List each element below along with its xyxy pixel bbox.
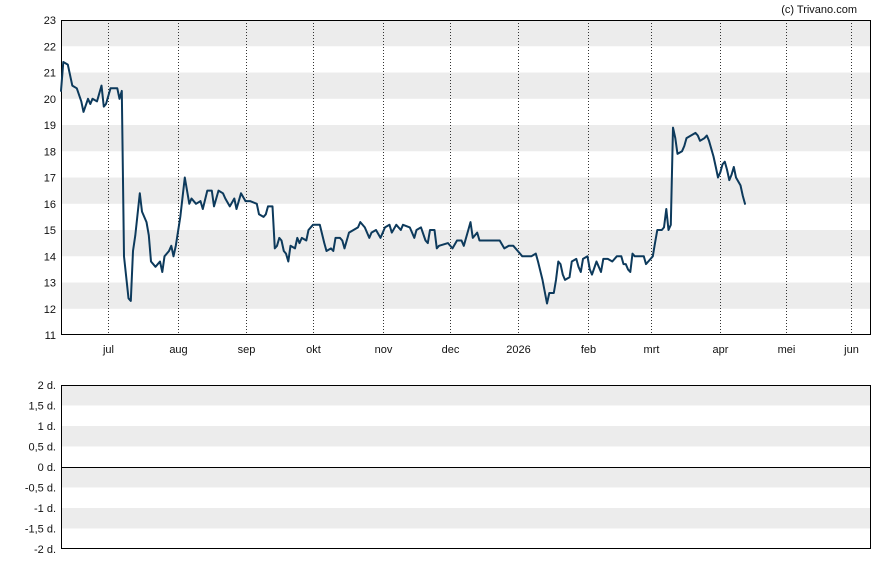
y-tick-label: 23 xyxy=(44,15,56,27)
grid-band xyxy=(61,282,871,309)
y-tick-label: 14 xyxy=(44,251,56,263)
y-tick-label: 18 xyxy=(44,146,56,158)
chart-canvas: (c) Trivano.com jul aug sep okt nov dec 2026 fe… xyxy=(25,4,871,556)
grid-band xyxy=(61,508,871,529)
grid-band xyxy=(61,467,871,488)
y-tick-label: 0 d. xyxy=(38,462,56,474)
y-tick-label: 20 xyxy=(44,94,56,106)
x-tick-label: sep xyxy=(238,344,256,356)
x-tick-label: aug xyxy=(169,344,187,356)
grid-band xyxy=(61,72,871,99)
x-tick-label: feb xyxy=(581,344,596,356)
credit-label: (c) Trivano.com xyxy=(781,4,857,16)
grid-band xyxy=(61,230,871,257)
y-tick-label: 17 xyxy=(44,173,56,185)
y-tick-label: -2 d. xyxy=(34,544,56,556)
y-tick-label: 22 xyxy=(44,41,56,53)
x-tick-label: dec xyxy=(442,344,460,356)
y-tick-label: 15 xyxy=(44,225,56,237)
y-tick-label: 13 xyxy=(44,278,56,290)
y-tick-label: -0,5 d. xyxy=(25,483,56,495)
grid-band xyxy=(61,20,871,47)
y-tick-label: 16 xyxy=(44,199,56,211)
x-tick-label: apr xyxy=(713,344,729,356)
y-tick-label: 1,5 d. xyxy=(28,401,56,413)
dividend-chart: -2 d. -1,5 d. -1 d. -0,5 d. 0 d. 0,5 d. 1 d. 1,… xyxy=(25,380,871,556)
x-tick-label: 2026 xyxy=(506,344,530,356)
y-tick-label: -1,5 d. xyxy=(25,524,56,536)
grid-band xyxy=(61,385,871,406)
x-tick-label: jul xyxy=(102,344,114,356)
y-tick-label: 1 d. xyxy=(38,421,56,433)
y-tick-label: -1 d. xyxy=(34,503,56,515)
chart-root: (c) Trivano.com jul aug sep okt nov dec 2026 fe… xyxy=(0,0,888,565)
x-tick-label: mei xyxy=(778,344,796,356)
y-tick-label: 21 xyxy=(44,68,56,80)
x-tick-label: mrt xyxy=(644,344,660,356)
y-tick-label: 19 xyxy=(44,120,56,132)
grid-band xyxy=(61,426,871,447)
y-tick-label: 2 d. xyxy=(38,380,56,392)
price-chart: jul aug sep okt nov dec 2026 feb mrt apr mei jun 11 1… xyxy=(44,15,871,356)
y-tick-label: 11 xyxy=(45,330,56,342)
x-tick-label: okt xyxy=(306,344,321,356)
y-tick-label: 0,5 d. xyxy=(28,442,56,454)
y-tick-label: 12 xyxy=(44,304,56,316)
x-tick-label: jun xyxy=(843,344,859,356)
grid-band xyxy=(61,125,871,152)
x-tick-label: nov xyxy=(375,344,393,356)
